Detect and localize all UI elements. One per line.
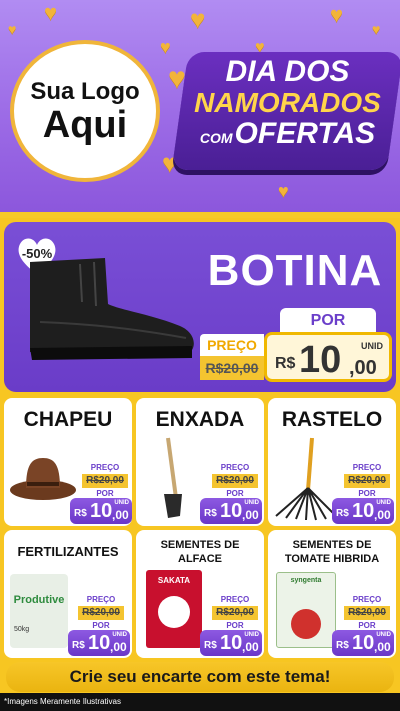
price-tag: R$ 10 ,00 UNID	[68, 630, 130, 656]
featured-old-price: R$20,00	[200, 356, 264, 380]
currency-symbol: R$	[336, 640, 349, 651]
header-banner: ♥ ♥ ♥ ♥ ♥ ♥ ♥ ♥ ♥ ♥ ♥ ♥ Sua Logo Aqui DI…	[0, 0, 400, 212]
price-integer: 10	[352, 632, 375, 654]
product-name: SEMENTES DE TOMATE HIBRIDA	[268, 538, 396, 566]
currency-symbol: R$	[204, 508, 217, 519]
product-name-line2: ALFACE	[178, 553, 222, 565]
price-decimal: ,00	[242, 640, 259, 654]
currency-symbol: R$	[336, 508, 349, 519]
preco-label: PREÇO	[344, 594, 390, 606]
heart-icon: ♥	[190, 4, 206, 34]
preco-label: PREÇO	[78, 594, 124, 606]
heart-icon: ♥	[330, 2, 344, 27]
product-name: RASTELO	[281, 408, 383, 431]
price-tag: R$ 10 ,00 UNID	[200, 630, 262, 656]
unit-label: UNID	[114, 500, 129, 506]
title-line3: COMOFERTAS	[199, 117, 376, 150]
heart-icon: ♥	[8, 21, 17, 37]
title-line1: DIA DOS	[225, 55, 350, 88]
price-decimal: ,00	[374, 640, 391, 654]
preco-label: PREÇO	[82, 462, 128, 474]
product-name: SEMENTES DE ALFACE	[136, 538, 264, 566]
price-integer: 10	[88, 632, 111, 654]
tomato-image	[291, 609, 321, 639]
package-label: Produtive	[13, 594, 65, 606]
hoe-image	[164, 437, 182, 518]
fertilizer-bag-image: Produtive 50kg	[10, 574, 68, 648]
old-price: R$20,00	[82, 474, 128, 488]
lettuce-seed-pack-image: SAKATA	[146, 570, 202, 648]
old-price: R$20,00	[212, 606, 258, 620]
price-decimal: ,00	[110, 640, 127, 654]
package-weight: 50kg	[14, 626, 30, 633]
price-integer: 10	[220, 500, 243, 522]
campaign-title: DIA DOS NAMORADOS COMOFERTAS	[185, 56, 390, 154]
currency-symbol: R$	[72, 640, 85, 651]
product-name-line1: SEMENTES DE	[292, 539, 372, 551]
preco-label: PREÇO	[212, 594, 258, 606]
product-name: ENXADA	[155, 408, 245, 431]
unit-label: UNID	[361, 341, 383, 351]
price-tag: R$ 10 ,00 UNID	[200, 498, 262, 524]
price-decimal: ,00	[349, 357, 377, 379]
product-name-line1: SEMENTES DE	[160, 539, 240, 551]
pack-emblem	[158, 596, 190, 628]
price-integer: 10	[220, 632, 243, 654]
title-line2: NAMORADOS	[194, 87, 381, 118]
featured-preco-label: PREÇO	[200, 334, 264, 356]
unit-label: UNID	[244, 500, 259, 506]
old-price: R$20,00	[212, 474, 258, 488]
featured-por-label: POR	[280, 308, 376, 334]
preco-label: PREÇO	[212, 462, 258, 474]
featured-product-name: BOTINA	[207, 246, 383, 295]
product-name: CHAPEU	[23, 408, 113, 431]
logo-text-line2: Aqui	[42, 104, 128, 146]
price-integer: 10	[90, 500, 113, 522]
price-integer: 10	[352, 500, 375, 522]
featured-price-tag: R$ 10 ,00 UNID	[264, 332, 392, 382]
product-name: FERTILIZANTES	[17, 544, 119, 559]
product-name-line2: TOMATE HIBRIDA	[284, 553, 380, 565]
price-tag: R$ 10 ,00 UNID	[332, 630, 394, 656]
unit-label: UNID	[376, 632, 391, 638]
tomato-seed-pack-image: syngenta	[276, 572, 336, 648]
old-price: R$20,00	[344, 474, 390, 488]
unit-label: UNID	[376, 500, 391, 506]
heart-icon: ♥	[44, 0, 58, 25]
package-label: SAKATA	[157, 576, 191, 585]
unit-label: UNID	[244, 632, 259, 638]
price-decimal: ,00	[112, 508, 129, 522]
heart-icon: ♥	[160, 37, 171, 57]
logo-text-line1: Sua Logo	[30, 78, 140, 105]
logo-placeholder: Sua Logo Aqui	[10, 40, 160, 182]
price-decimal: ,00	[374, 508, 391, 522]
package-label: syngenta	[290, 577, 322, 584]
currency-symbol: R$	[204, 640, 217, 651]
currency-symbol: R$	[74, 508, 87, 519]
heart-icon: ♥	[278, 181, 289, 201]
boot-image	[30, 258, 194, 360]
create-flyer-button[interactable]: Crie seu encarte com este tema!	[6, 662, 394, 692]
price-integer: 10	[299, 339, 342, 381]
price-decimal: ,00	[242, 508, 259, 522]
heart-icon: ♥	[372, 21, 381, 37]
old-price: R$20,00	[344, 606, 390, 620]
price-tag: R$ 10 ,00 UNID	[332, 498, 394, 524]
unit-label: UNID	[112, 632, 127, 638]
old-price: R$20,00	[78, 606, 124, 620]
disclaimer-text: *Imagens Meramente Ilustrativas	[4, 697, 121, 706]
price-tag: R$ 10 ,00 UNID	[70, 498, 132, 524]
hat-image	[10, 458, 76, 500]
currency-symbol: R$	[275, 355, 296, 372]
preco-label: PREÇO	[344, 462, 390, 474]
